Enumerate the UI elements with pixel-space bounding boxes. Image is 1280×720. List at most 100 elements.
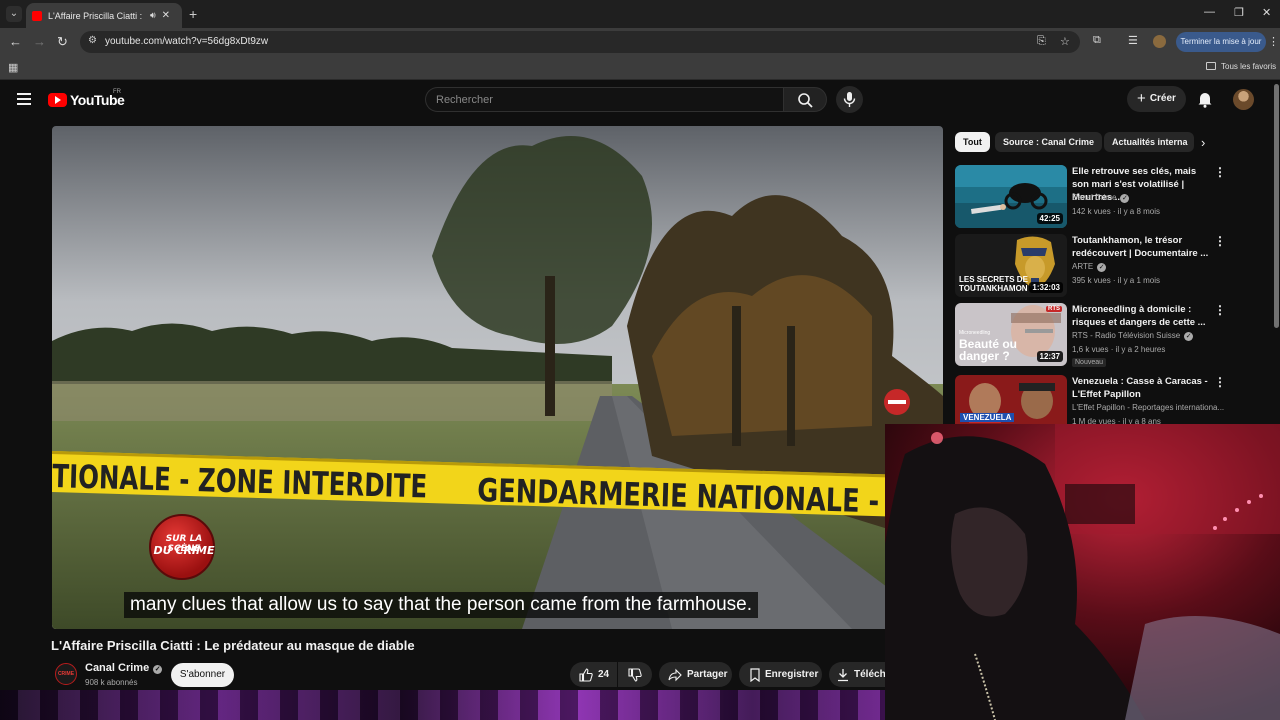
country-code: FR [113, 89, 121, 95]
browser-menu-icon[interactable]: ⋮ [1268, 35, 1279, 48]
browser-toolbar: ← → ↻ ⚙ youtube.com/watch?v=56dg8xDt9zw … [0, 28, 1280, 56]
tab-search-button[interactable]: ⌄ [6, 6, 22, 22]
recommendation-channel-label: Canal Crime [1072, 193, 1117, 202]
recommendation-channel-label: ARTE [1072, 262, 1094, 271]
rts-logo: RTS [1046, 306, 1062, 312]
verified-icon: ✓ [1097, 263, 1107, 272]
webcam-image [885, 424, 1280, 720]
desktop-background-strip [0, 690, 885, 720]
video-caption: many clues that allow us to say that the… [124, 592, 759, 618]
browser-tabstrip: ⌄ L'Affaire Priscilla Ciatti : Le prédat… [0, 0, 1280, 28]
download-icon [838, 669, 848, 682]
subscriber-count: 908 k abonnés [85, 678, 138, 687]
video-title: L'Affaire Priscilla Ciatti : Le prédateu… [51, 638, 415, 653]
webcam-overlay [885, 424, 1280, 720]
menu-icon[interactable] [17, 93, 31, 105]
subscribe-button[interactable]: S'abonner [171, 663, 234, 687]
create-label: Créer [1149, 93, 1176, 104]
video-thumbnail[interactable]: 42:25 [955, 165, 1067, 228]
thumbnail-caption: VENEZUELA [960, 413, 1015, 422]
page-scrollbar[interactable] [1274, 84, 1279, 328]
site-info-icon[interactable]: ⚙ [88, 35, 97, 46]
more-options-icon[interactable]: ⋮ [1214, 375, 1226, 389]
video-thumbnail[interactable]: LES SECRETS DE TOUTANKHAMON 1:32:03 [955, 234, 1067, 297]
like-count: 24 [598, 669, 610, 680]
notifications-bell-icon[interactable] [1197, 91, 1213, 108]
recommendation-title[interactable]: Microneedling à domicile : risques et da… [1072, 303, 1210, 329]
close-tab-icon[interactable]: ✕ [162, 10, 170, 21]
thumbs-up-icon [579, 668, 593, 682]
url-text: youtube.com/watch?v=56dg8xDt9zw [105, 36, 269, 47]
recommendation-meta: 395 k vues · il y a 1 mois [1072, 276, 1161, 285]
install-app-icon[interactable]: ⎘ [1037, 35, 1046, 48]
folder-icon [1206, 62, 1216, 70]
chip-source-canal-crime[interactable]: Source : Canal Crime [995, 132, 1103, 152]
recommendation-channel[interactable]: ARTE ✓ [1072, 262, 1232, 272]
recommendation-channel[interactable]: L'Effet Papillon - Reportages internatio… [1072, 403, 1232, 412]
verified-icon: ✓ [1184, 332, 1194, 341]
thumbs-down-icon [628, 668, 642, 682]
voice-search-button[interactable] [836, 86, 863, 113]
recommendation-channel[interactable]: RTS - Radio Télévision Suisse ✓ [1072, 331, 1232, 341]
save-button[interactable]: Enregistrer [739, 662, 822, 687]
minimize-icon[interactable]: — [1204, 6, 1215, 18]
dislike-button[interactable] [618, 662, 652, 687]
search-input[interactable]: Rechercher [425, 87, 783, 112]
verified-icon: ✓ [1120, 194, 1130, 203]
all-bookmarks[interactable]: Tous les favoris [1206, 62, 1276, 71]
video-thumbnail[interactable]: RTS Microneedling Beauté ou danger ? 12:… [955, 303, 1067, 366]
bookmark-star-icon[interactable]: ☆ [1060, 35, 1070, 48]
like-button[interactable]: 24 [570, 662, 617, 687]
address-bar[interactable]: ⚙ youtube.com/watch?v=56dg8xDt9zw ⎘ ☆ [80, 31, 1080, 53]
microphone-icon [843, 92, 856, 107]
badge-line2: DU CRIME [153, 544, 215, 557]
speaker-icon[interactable]: 🔊︎ [150, 10, 156, 21]
new-tab-icon[interactable]: + [189, 6, 197, 22]
search-icon [798, 93, 813, 108]
youtube-play-icon [48, 93, 67, 107]
save-label: Enregistrer [765, 669, 819, 680]
sur-la-scene-du-crime-logo: SUR LA SCÈNE DU CRIME [149, 514, 215, 580]
browser-tab[interactable]: L'Affaire Priscilla Ciatti : Le prédateu… [26, 3, 182, 28]
back-icon[interactable]: ← [9, 34, 22, 49]
more-options-icon[interactable]: ⋮ [1214, 303, 1226, 317]
download-button[interactable]: Téléchar [829, 662, 885, 687]
share-icon [668, 668, 682, 682]
search-placeholder: Rechercher [436, 94, 493, 106]
channel-name[interactable]: Canal Crime ✓ [85, 662, 163, 674]
chevron-right-icon[interactable]: › [1201, 135, 1205, 150]
apps-grid-icon[interactable]: ▦ [8, 61, 18, 74]
plus-icon: + [1137, 90, 1146, 107]
chip-actualites[interactable]: Actualités interna [1104, 132, 1194, 152]
video-duration: 12:37 [1036, 351, 1063, 362]
update-button[interactable]: Terminer la mise à jour [1176, 32, 1266, 52]
recommendation-channel-label: RTS - Radio Télévision Suisse [1072, 331, 1181, 340]
bookmark-icon [750, 668, 760, 682]
close-window-icon[interactable]: ✕ [1262, 6, 1271, 19]
profile-avatar[interactable] [1153, 35, 1166, 48]
share-button[interactable]: Partager [659, 662, 732, 687]
all-bookmarks-label: Tous les favoris [1221, 62, 1277, 71]
user-avatar[interactable] [1233, 89, 1254, 110]
create-button[interactable]: + Créer [1127, 86, 1186, 112]
recommendation-meta: 1,6 k vues · il y a 2 heures [1072, 345, 1166, 354]
recommendation-title[interactable]: Toutankhamon, le trésor redécouvert | Do… [1072, 234, 1210, 260]
youtube-masthead: YouTube FR Rechercher + Créer [0, 80, 1280, 120]
extensions-icon[interactable]: ⧉ [1093, 34, 1101, 47]
reload-icon[interactable]: ↻ [57, 34, 68, 50]
recommendation-title[interactable]: Venezuela : Casse à Caracas - L'Effet Pa… [1072, 375, 1210, 401]
thumbnail-caption: Beauté ou danger ? [959, 337, 1018, 363]
more-options-icon[interactable]: ⋮ [1214, 165, 1226, 179]
youtube-favicon-icon [32, 10, 42, 21]
search-button[interactable] [783, 87, 827, 112]
forward-icon[interactable]: → [33, 34, 46, 49]
bookmarks-bar: ▦ Tous les favoris [0, 56, 1280, 80]
maximize-icon[interactable]: ❐ [1234, 6, 1244, 19]
reading-list-icon[interactable]: ☰ [1128, 34, 1138, 47]
download-label: Téléchar [854, 669, 885, 680]
more-options-icon[interactable]: ⋮ [1214, 234, 1226, 248]
chip-all[interactable]: Tout [955, 132, 990, 152]
channel-avatar[interactable]: CRIME [55, 663, 77, 685]
recommendation-channel[interactable]: Canal Crime ✓ [1072, 193, 1232, 203]
channel-name-label: Canal Crime [85, 662, 150, 674]
